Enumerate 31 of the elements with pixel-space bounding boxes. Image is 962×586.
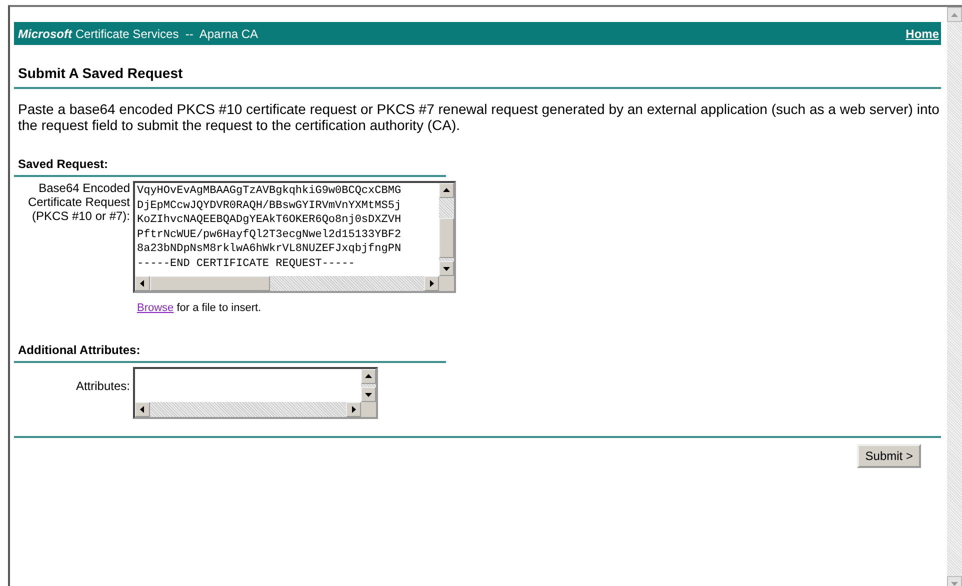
browse-link[interactable]: Browse — [137, 302, 174, 314]
textarea-line: PftrNcWUE/pw6HayfQl2T3ecgNwel2d15133YBF2 — [137, 228, 402, 242]
home-link[interactable]: Home — [906, 24, 939, 42]
page-title: Submit A Saved Request — [18, 64, 184, 83]
textarea-line: KoZIhvcNAQEEBQADgYEAkT6OKER6Qo8nj0sDXZVH — [137, 213, 402, 228]
request-textarea[interactable] — [133, 181, 456, 293]
scroll-thumb[interactable] — [150, 276, 270, 291]
intro-text: Paste a base64 encoded PKCS #10 certificate request or PKCS #7 renewal request generated by an external application (such as a web server) into the request field to submit the request to the certification authority (CA). — [18, 101, 940, 133]
scroll-right-icon[interactable] — [350, 406, 357, 412]
section-heading: Saved Request: — [18, 156, 110, 173]
textarea-line: 8a23bNDpNsM8rklwA6hWkrVL8NUZEFJxqbjfngPN — [137, 242, 402, 256]
scroll-down-icon[interactable] — [365, 390, 372, 398]
textarea-line: DjEpMCcwJQYDVR0RAQH/BBswGYIRVmVnYXMtMS5j — [137, 198, 402, 213]
section-heading: Additional Attributes: — [18, 342, 142, 358]
attributes-textarea[interactable] — [133, 366, 378, 418]
scroll-up-icon[interactable] — [443, 187, 450, 194]
scroll-left-icon[interactable] — [139, 406, 146, 412]
field-label: Attributes: — [74, 378, 130, 394]
scroll-right-icon[interactable] — [428, 280, 435, 287]
scroll-down-icon[interactable] — [443, 265, 450, 272]
scrollbar-corner — [361, 402, 376, 416]
textarea-line: -----END CERTIFICATE REQUEST----- — [137, 256, 356, 271]
field-label: Base64 Encoded Certificate Request (PKCS #10 or #7): — [26, 181, 130, 225]
scrollbar-corner — [439, 276, 454, 291]
scroll-left-icon[interactable] — [139, 280, 146, 287]
submit-button[interactable]: Submit > — [857, 444, 921, 468]
textarea-line: VqyHOvEvAgMBAAGgTzAVBgkqhkiG9w0BCQcxCBMG — [137, 184, 402, 198]
header-title: Microsoft Certificate Services -- Aparna CA — [18, 26, 258, 42]
scroll-up-icon[interactable] — [365, 372, 372, 380]
scroll-thumb[interactable] — [439, 218, 454, 258]
browse-hint: Browse for a file to insert. — [137, 301, 262, 316]
